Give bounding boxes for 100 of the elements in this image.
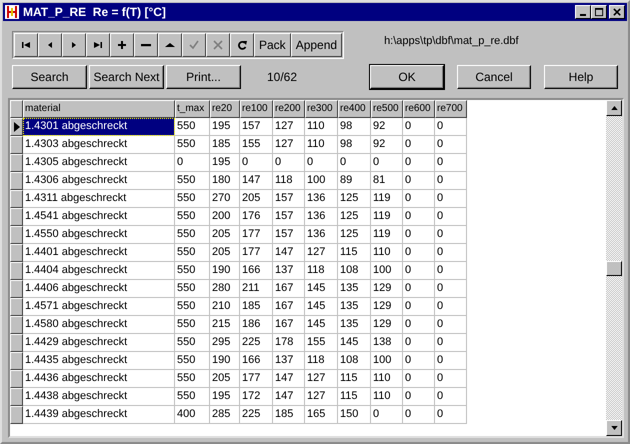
table-cell: 0 bbox=[403, 334, 435, 352]
table-cell: 98 bbox=[338, 118, 371, 136]
table-cell: 550 bbox=[175, 262, 210, 280]
row-indicator[interactable] bbox=[10, 406, 23, 424]
vertical-scrollbar[interactable] bbox=[606, 100, 622, 436]
table-cell: 186 bbox=[240, 316, 273, 334]
close-button[interactable] bbox=[609, 5, 625, 19]
plus-icon bbox=[116, 39, 128, 51]
table-cell: 0 bbox=[435, 298, 467, 316]
table-cell: 0 bbox=[371, 154, 403, 172]
row-indicator[interactable] bbox=[10, 226, 23, 244]
row-indicator[interactable] bbox=[10, 298, 23, 316]
toolbar-button[interactable]: Pack bbox=[254, 33, 291, 57]
table-cell: 135 bbox=[338, 316, 371, 334]
toolbar-button[interactable]: Append bbox=[290, 33, 342, 57]
row-indicator[interactable] bbox=[10, 244, 23, 262]
row-indicator[interactable] bbox=[10, 118, 23, 136]
table-cell: 0 bbox=[403, 136, 435, 154]
refresh-button[interactable] bbox=[230, 33, 254, 57]
action-button[interactable]: Print... bbox=[166, 65, 241, 89]
check-icon bbox=[188, 39, 200, 51]
first-record-icon bbox=[20, 39, 32, 51]
table-cell: 136 bbox=[305, 226, 338, 244]
minimize-button[interactable] bbox=[575, 5, 591, 19]
table-cell: 127 bbox=[273, 118, 305, 136]
table-cell: 167 bbox=[273, 298, 305, 316]
table-cell: 0 bbox=[403, 172, 435, 190]
remove-button[interactable] bbox=[134, 33, 158, 57]
row-indicator[interactable] bbox=[10, 370, 23, 388]
table-cell: 1.4303 abgeschreckt bbox=[23, 136, 175, 154]
table-cell: 205 bbox=[240, 190, 273, 208]
table-cell: 135 bbox=[338, 298, 371, 316]
dialog-button[interactable]: Cancel bbox=[457, 65, 531, 89]
table-cell: 0 bbox=[403, 262, 435, 280]
row-indicator[interactable] bbox=[10, 154, 23, 172]
table-cell: 210 bbox=[210, 298, 240, 316]
last-button[interactable] bbox=[86, 33, 110, 57]
dialog-button[interactable]: OK bbox=[370, 65, 444, 89]
column-header[interactable]: t_max bbox=[175, 100, 210, 118]
table-cell: 0 bbox=[403, 298, 435, 316]
column-header[interactable]: material bbox=[23, 100, 175, 118]
row-indicator[interactable] bbox=[10, 262, 23, 280]
scroll-thumb[interactable] bbox=[606, 261, 622, 276]
table-cell: 115 bbox=[338, 388, 371, 406]
table-cell: 550 bbox=[175, 172, 210, 190]
record-counter: 10/62 bbox=[267, 70, 298, 84]
table-cell: 147 bbox=[273, 388, 305, 406]
column-header[interactable]: re100 bbox=[240, 100, 273, 118]
column-header[interactable]: re200 bbox=[273, 100, 305, 118]
maximize-button[interactable] bbox=[591, 5, 607, 19]
table-cell: 145 bbox=[305, 280, 338, 298]
row-indicator[interactable] bbox=[10, 190, 23, 208]
table-cell: 100 bbox=[305, 172, 338, 190]
table-cell: 0 bbox=[435, 352, 467, 370]
row-indicator[interactable] bbox=[10, 352, 23, 370]
table-cell: 129 bbox=[371, 316, 403, 334]
table-cell: 127 bbox=[305, 370, 338, 388]
table-cell: 157 bbox=[273, 208, 305, 226]
table-cell: 0 bbox=[435, 118, 467, 136]
action-button[interactable]: Search Next bbox=[89, 65, 164, 89]
first-button[interactable] bbox=[14, 33, 38, 57]
table-cell: 177 bbox=[240, 244, 273, 262]
table-cell: 0 bbox=[403, 208, 435, 226]
table-cell: 147 bbox=[240, 172, 273, 190]
table-cell: 1.4306 abgeschreckt bbox=[23, 172, 175, 190]
row-indicator[interactable] bbox=[10, 208, 23, 226]
column-header[interactable]: re700 bbox=[435, 100, 467, 118]
table-cell: 550 bbox=[175, 208, 210, 226]
table-cell: 0 bbox=[273, 154, 305, 172]
next-button[interactable] bbox=[62, 33, 86, 57]
column-header[interactable]: re20 bbox=[210, 100, 240, 118]
table-cell: 118 bbox=[305, 352, 338, 370]
column-header[interactable]: re500 bbox=[371, 100, 403, 118]
action-button[interactable]: Search bbox=[12, 65, 87, 89]
last-record-icon bbox=[92, 39, 104, 51]
table-cell: 1.4301 abgeschreckt bbox=[23, 118, 175, 136]
row-indicator[interactable] bbox=[10, 136, 23, 154]
column-header[interactable]: re600 bbox=[403, 100, 435, 118]
table-cell: 0 bbox=[435, 370, 467, 388]
row-indicator[interactable] bbox=[10, 280, 23, 298]
column-header[interactable]: re300 bbox=[305, 100, 338, 118]
table-cell: 0 bbox=[435, 388, 467, 406]
row-indicator[interactable] bbox=[10, 172, 23, 190]
row-indicator[interactable] bbox=[10, 316, 23, 334]
row-indicator[interactable] bbox=[10, 334, 23, 352]
table-cell: 0 bbox=[403, 406, 435, 424]
dialog-button[interactable]: Help bbox=[544, 65, 618, 89]
add-button[interactable] bbox=[110, 33, 134, 57]
table-cell: 110 bbox=[305, 136, 338, 154]
row-indicator[interactable] bbox=[10, 388, 23, 406]
table-cell: 135 bbox=[338, 280, 371, 298]
table-cell: 125 bbox=[338, 208, 371, 226]
table-cell: 145 bbox=[305, 316, 338, 334]
table-cell: 190 bbox=[210, 262, 240, 280]
table-cell: 0 bbox=[403, 226, 435, 244]
table-cell: 550 bbox=[175, 388, 210, 406]
column-header[interactable]: re400 bbox=[338, 100, 371, 118]
prev-button[interactable] bbox=[38, 33, 62, 57]
table-cell: 155 bbox=[240, 136, 273, 154]
app-icon bbox=[5, 5, 19, 19]
